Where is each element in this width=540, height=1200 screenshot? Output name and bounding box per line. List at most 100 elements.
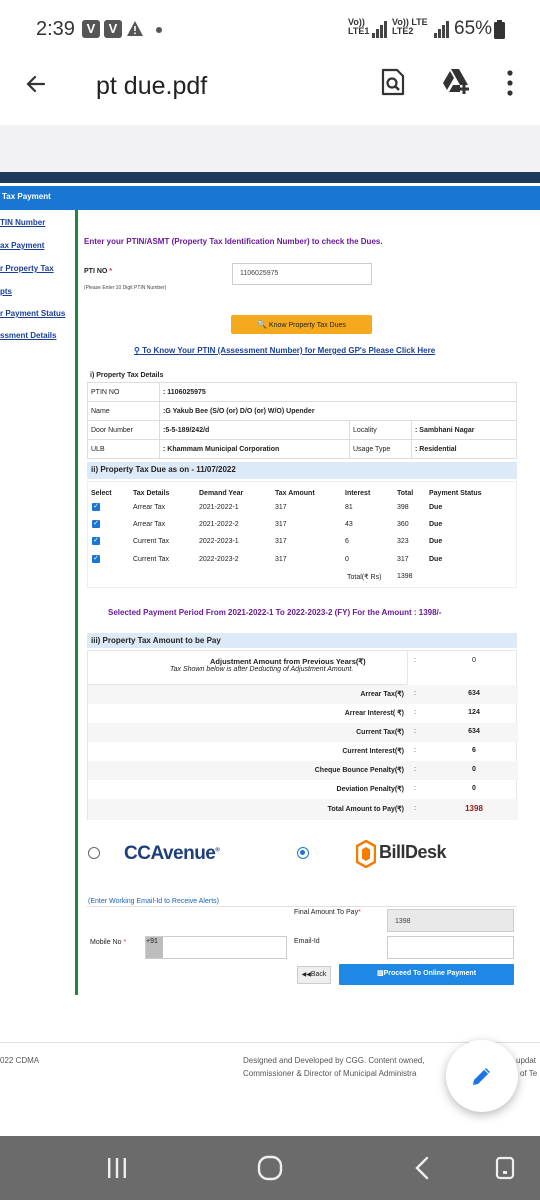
amount-row-label: Cheque Bounce Penalty(₹) (314, 767, 404, 774)
instruction-text: Enter your PTIN/ASMT (Property Tax Ident… (84, 237, 383, 246)
row-status: Due (429, 504, 443, 511)
amount-row: Deviation Penalty(₹) : 0 (88, 780, 518, 799)
row-total: 398 (397, 504, 409, 511)
edit-fab[interactable] (446, 1040, 518, 1112)
dues-total-value: 1398 (397, 573, 413, 580)
row-total: 323 (397, 538, 409, 545)
adjustment-value: 0 (472, 657, 476, 664)
search-icon: 🔍 (257, 320, 268, 329)
col-tax-details: Tax Details (133, 490, 170, 497)
mobile-label: Mobile No * (90, 939, 127, 946)
adjustment-note: Tax Shown below is after Deducting of Ad… (170, 666, 354, 673)
amount-row: Current Interest(₹) : 6 (88, 742, 518, 761)
final-amount-label: Final Amount To Pay* (294, 909, 361, 916)
row-total: 317 (397, 556, 409, 563)
row-tax: Current Tax (133, 538, 170, 545)
row-year: 2022-2023-2 (199, 556, 239, 563)
add-to-drive-icon[interactable] (442, 68, 470, 94)
find-in-page-icon[interactable] (380, 68, 406, 96)
signal-icon-sim1 (372, 21, 387, 38)
sidebar-item-receipts[interactable]: pts (0, 287, 12, 296)
row-total: 360 (397, 521, 409, 528)
details-section-title: i) Property Tax Details (90, 372, 164, 379)
row-checkbox[interactable]: ✓ (92, 520, 100, 528)
sidebar-item-assessment-details[interactable]: ssment Details (0, 331, 56, 340)
total-row: Total Amount to Pay(₹) : 1398 (88, 799, 518, 820)
ptin-label: PTI NO * (84, 268, 113, 275)
back-button[interactable]: ◀◀Back (297, 966, 331, 984)
sidebar-item-tax-payment[interactable]: ax Payment (0, 241, 44, 250)
billdesk-logo: BillDesk (379, 842, 447, 862)
col-select: Select (91, 490, 112, 497)
document-title: pt due.pdf (96, 72, 208, 100)
sidebar-item-payment-status[interactable]: r Payment Status (0, 309, 65, 318)
email-label: Email-Id (294, 938, 320, 945)
status-bar: 2:39 V V Vo)) LTE1 Vo)) LTE LTE2 65% (0, 0, 540, 60)
pencil-icon (473, 1068, 490, 1085)
ptin-no-label: PTIN NO (87, 382, 160, 402)
more-options-icon[interactable] (506, 70, 514, 96)
vpn-icon-2: V (104, 20, 122, 38)
usage-value: : Residential (411, 439, 517, 459)
total-colon: : (414, 805, 416, 812)
dues-section-title: ii) Property Tax Due as on - 11/07/2022 (87, 462, 517, 479)
know-dues-button[interactable]: 🔍 Know Property Tax Dues (231, 315, 372, 334)
property-details-table: PTIN NO : 1106025975 Name :G Yakub Bee (… (87, 382, 517, 459)
warning-icon (127, 21, 143, 36)
amount-row-label: Current Tax(₹) (356, 729, 404, 736)
amount-row-value: 634 (468, 690, 480, 697)
home-icon[interactable] (256, 1154, 284, 1182)
mobile-input[interactable]: +91 (145, 936, 287, 959)
amount-row-colon: : (414, 747, 416, 754)
amount-table: Adjustment Amount from Previous Years(₹)… (87, 650, 518, 820)
usage-label: Usage Type (349, 439, 412, 459)
email-note: (Enter Working Email-Id to Receive Alert… (88, 898, 219, 905)
footer-right-1: updat (516, 1056, 537, 1065)
adjustment-label: Adjustment Amount from Previous Years(₹) (210, 657, 366, 666)
row-checkbox[interactable]: ✓ (92, 503, 100, 511)
app-bar: pt due.pdf (0, 60, 540, 125)
door-label: Door Number (87, 420, 160, 440)
system-nav-bar (0, 1136, 540, 1200)
amount-row-label: Arrear Tax(₹) (360, 691, 404, 698)
locality-label: Locality (349, 420, 412, 440)
back-arrow-icon[interactable] (24, 72, 48, 96)
sidebar-item-property-tax[interactable]: r Property Tax (0, 264, 54, 273)
screenshot-toggle-icon[interactable] (494, 1156, 516, 1180)
row-amount: 317 (275, 538, 287, 545)
merged-gp-link[interactable]: ⚲ To Know Your PTIN (Assessment Number) … (134, 346, 435, 355)
row-amount: 317 (275, 521, 287, 528)
footer-credit-2: Commissioner & Director of Municipal Adm… (243, 1069, 417, 1078)
amount-row-colon: : (414, 709, 416, 716)
proceed-payment-button[interactable]: ▨Proceed To Online Payment (339, 964, 514, 985)
name-value: :G Yakub Bee (S/O (or) D/O (or) W/O) Upe… (159, 401, 517, 421)
row-interest: 81 (345, 504, 353, 511)
vpn-icon: V (82, 20, 100, 38)
ccavenue-radio[interactable] (88, 847, 100, 859)
amount-row-value: 124 (468, 709, 480, 716)
sidebar-item-ptin-number[interactable]: TIN Number (0, 218, 45, 227)
amount-row-colon: : (414, 766, 416, 773)
content-divider (75, 210, 78, 995)
ptin-no-value: : 1106025975 (159, 382, 517, 402)
row-amount: 317 (275, 504, 287, 511)
row-year: 2021-2022-2 (199, 521, 239, 528)
row-interest: 43 (345, 521, 353, 528)
billdesk-radio[interactable] (297, 847, 309, 859)
col-payment-status: Payment Status (429, 490, 482, 497)
amount-row-label: Current Interest(₹) (342, 748, 404, 755)
row-tax: Arrear Tax (133, 504, 166, 511)
row-checkbox[interactable]: ✓ (92, 537, 100, 545)
row-checkbox[interactable]: ✓ (92, 555, 100, 563)
row-year: 2021-2022-1 (199, 504, 239, 511)
email-input[interactable] (387, 936, 514, 959)
col-interest: Interest (345, 490, 371, 497)
back-nav-icon[interactable] (412, 1156, 432, 1180)
ulb-label: ULB (87, 439, 160, 459)
recent-apps-icon[interactable] (106, 1156, 128, 1180)
footer-divider (0, 1042, 540, 1043)
selected-period-text: Selected Payment Period From 2021-2022-1… (108, 608, 442, 617)
notification-dot (156, 27, 162, 33)
amount-row: Cheque Bounce Penalty(₹) : 0 (88, 761, 518, 780)
ptin-input[interactable]: 1106025975 (232, 263, 372, 285)
